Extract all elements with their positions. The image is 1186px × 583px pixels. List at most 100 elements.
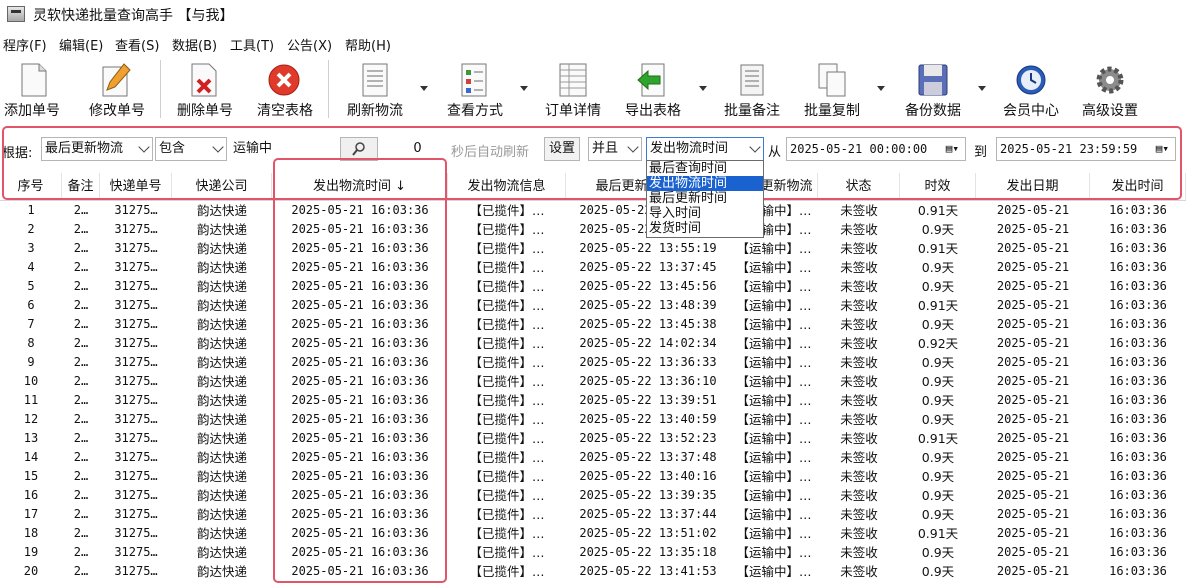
col-duration-cell: 0.9天 xyxy=(921,412,955,427)
menu-tools[interactable]: 工具(T) xyxy=(230,35,274,54)
col-courier-cell: 韵达快递 xyxy=(196,526,247,541)
col-ship-time-cell: 2025-05-21 16:03:36 xyxy=(291,450,429,464)
table-row[interactable]: 14 2… 31275… 韵达快递 2025-05-21 16:03:36 【已揽件】… 2… xyxy=(0,448,1186,467)
menu-bar: 程序(F) 编辑(E) 查看(S) 数据(B) 工具(T) 公告(X) 帮助(H… xyxy=(0,33,1186,55)
menu-edit[interactable]: 编辑(E) xyxy=(59,35,103,54)
col-tracking-number-cell: 31275… xyxy=(114,564,158,578)
advanced-settings-button[interactable]: 高级设置 xyxy=(1075,58,1145,120)
col-ship-time-cell: 2025-05-21 16:03:36 xyxy=(291,412,429,426)
table-row[interactable]: 17 2… 31275… 韵达快递 2025-05-21 16:03:36 【已揽件】… 2… xyxy=(0,505,1186,524)
col-duration-cell: 0.9天 xyxy=(921,545,955,560)
table-row[interactable]: 8 2… 31275… 韵达快递 2025-05-21 16:03:36 【已揽件】… 20… xyxy=(0,334,1186,353)
order-detail-button[interactable]: 订单详情 xyxy=(538,58,608,120)
chevron-down-icon xyxy=(749,141,761,153)
search-button[interactable] xyxy=(340,137,378,161)
logic-select[interactable]: 并且 xyxy=(588,137,642,161)
refresh-dropdown-arrow[interactable] xyxy=(420,86,428,91)
view-mode-button[interactable]: 查看方式 xyxy=(440,58,510,120)
col-note-cell: 2… xyxy=(73,336,89,350)
table-row[interactable]: 15 2… 31275… 韵达快递 2025-05-21 16:03:36 【已揽件】… 2… xyxy=(0,467,1186,486)
col-ship-time-header[interactable]: 发出物流时间 ↓ xyxy=(272,173,448,200)
col-index-cell: 16 xyxy=(23,488,39,502)
col-last-update-time-cell: 2025-05-22 13:37:44 xyxy=(579,507,717,521)
table-row[interactable]: 4 2… 31275… 韵达快递 2025-05-21 16:03:36 【已揽件】… 20… xyxy=(0,258,1186,277)
table-row[interactable]: 6 2… 31275… 韵达快递 2025-05-21 16:03:36 【已揽件】… 20… xyxy=(0,296,1186,315)
table-row[interactable]: 20 2… 31275… 韵达快递 2025-05-21 16:03:36 【已揽件】… 2… xyxy=(0,562,1186,581)
time-field-option[interactable]: 最后更新时间 xyxy=(647,191,763,206)
delete-number-button[interactable]: 删除单号 xyxy=(170,58,240,120)
table-row[interactable]: 2 2… 31275… 韵达快递 2025-05-21 16:03:36 【已揽件】… 20… xyxy=(0,220,1186,239)
col-index-cell: 15 xyxy=(23,469,39,483)
menu-program[interactable]: 程序(F) xyxy=(3,35,47,54)
menu-notice[interactable]: 公告(X) xyxy=(287,35,332,54)
set-button[interactable]: 设置 xyxy=(544,137,580,161)
col-tracking-number-header[interactable]: 快递单号 xyxy=(100,173,172,200)
add-number-button[interactable]: 添加单号 xyxy=(0,58,64,120)
menu-data[interactable]: 数据(B) xyxy=(172,35,217,54)
refresh-logistics-label: 刷新物流 xyxy=(347,103,403,119)
refresh-seconds-input[interactable]: 0 xyxy=(388,137,444,161)
col-last-update-time-cell: 2025-05-22 13:45:38 xyxy=(579,317,717,331)
col-ship-info-header[interactable]: 发出物流信息 xyxy=(448,173,566,200)
col-index-header[interactable]: 序号 xyxy=(0,173,62,200)
table-row[interactable]: 10 2… 31275… 韵达快递 2025-05-21 16:03:36 【已揽件】… 2… xyxy=(0,372,1186,391)
table-row[interactable]: 7 2… 31275… 韵达快递 2025-05-21 16:03:36 【已揽件】… 20… xyxy=(0,315,1186,334)
from-datetime-picker[interactable]: 2025-05-21 00:00:00 ▤▾ xyxy=(786,137,966,161)
calendar-dropdown-icon: ▤▾ xyxy=(945,142,959,155)
time-field-option[interactable]: 发货时间 xyxy=(647,221,763,236)
col-duration-header[interactable]: 时效 xyxy=(900,173,976,200)
table-row[interactable]: 9 2… 31275… 韵达快递 2025-05-21 16:03:36 【已揽件】… 20… xyxy=(0,353,1186,372)
menu-view[interactable]: 查看(S) xyxy=(115,35,159,54)
col-note-cell: 2… xyxy=(73,507,89,521)
to-datetime-picker[interactable]: 2025-05-21 23:59:59 ▤▾ xyxy=(996,137,1176,161)
export-dropdown-arrow[interactable] xyxy=(699,86,707,91)
table-row[interactable]: 13 2… 31275… 韵达快递 2025-05-21 16:03:36 【已揽件】… 2… xyxy=(0,429,1186,448)
basis-field-select[interactable]: 最后更新物流 xyxy=(41,137,153,161)
col-ship-clock-cell: 16:03:36 xyxy=(1109,317,1167,331)
member-center-button[interactable]: 会员中心 xyxy=(996,58,1066,120)
export-table-button[interactable]: 导出表格 xyxy=(618,58,688,120)
backup-data-button[interactable]: 备份数据 xyxy=(898,58,968,120)
time-field-select[interactable]: 发出物流时间 xyxy=(646,137,764,161)
batch-copy-button[interactable]: 批量复制 xyxy=(797,58,867,120)
col-tracking-number-cell: 31275… xyxy=(114,260,158,274)
col-status-header[interactable]: 状态 xyxy=(818,173,900,200)
col-courier-cell: 韵达快递 xyxy=(196,393,247,408)
table-row[interactable]: 19 2… 31275… 韵达快递 2025-05-21 16:03:36 【已揽件】… 2… xyxy=(0,543,1186,562)
table-row[interactable]: 11 2… 31275… 韵达快递 2025-05-21 16:03:36 【已揽件】… 2… xyxy=(0,391,1186,410)
view-mode-dropdown-arrow[interactable] xyxy=(520,86,528,91)
col-ship-clock-header[interactable]: 发出时间 xyxy=(1090,173,1186,200)
table-row[interactable]: 1 2… 31275… 韵达快递 2025-05-21 16:03:36 【已揽件】… 20… xyxy=(0,201,1186,220)
col-courier-header[interactable]: 快递公司 xyxy=(172,173,272,200)
col-last-update-cell: 【运输中】… xyxy=(736,526,812,541)
edit-number-button[interactable]: 修改单号 xyxy=(82,58,152,120)
time-field-option[interactable]: 导入时间 xyxy=(647,206,763,221)
table-row[interactable]: 3 2… 31275… 韵达快递 2025-05-21 16:03:36 【已揽件】… 20… xyxy=(0,239,1186,258)
batch-note-button[interactable]: 批量备注 xyxy=(717,58,787,120)
keyword-input[interactable]: 运输中 xyxy=(229,137,335,161)
table-row[interactable]: 5 2… 31275… 韵达快递 2025-05-21 16:03:36 【已揽件】… 20… xyxy=(0,277,1186,296)
col-tracking-number-cell: 31275… xyxy=(114,393,158,407)
table-row[interactable]: 12 2… 31275… 韵达快递 2025-05-21 16:03:36 【已揽件】… 2… xyxy=(0,410,1186,429)
time-field-option[interactable]: 最后查询时间 xyxy=(647,161,763,176)
table-row[interactable]: 16 2… 31275… 韵达快递 2025-05-21 16:03:36 【已揽件】… 2… xyxy=(0,486,1186,505)
menu-help[interactable]: 帮助(H) xyxy=(345,35,391,54)
col-duration-cell: 0.9天 xyxy=(921,450,955,465)
col-last-update-time-cell: 2025-05-22 13:35:18 xyxy=(579,545,717,559)
col-duration-cell: 0.91天 xyxy=(917,526,959,541)
match-mode-select[interactable]: 包含 xyxy=(155,137,227,161)
col-ship-clock-cell: 16:03:36 xyxy=(1109,431,1167,445)
col-ship-date-header[interactable]: 发出日期 xyxy=(976,173,1090,200)
backup-dropdown-arrow[interactable] xyxy=(978,86,986,91)
col-tracking-number-cell: 31275… xyxy=(114,241,158,255)
col-courier-cell: 韵达快递 xyxy=(196,355,247,370)
table-row[interactable]: 18 2… 31275… 韵达快递 2025-05-21 16:03:36 【已揽件】… 2… xyxy=(0,524,1186,543)
batch-copy-dropdown-arrow[interactable] xyxy=(877,86,885,91)
refresh-logistics-button[interactable]: 刷新物流 xyxy=(340,58,410,120)
col-courier-cell: 韵达快递 xyxy=(196,450,247,465)
time-field-option[interactable]: 发出物流时间 xyxy=(647,176,763,191)
col-ship-info-cell: 【已揽件】… xyxy=(469,355,545,370)
col-duration-cell: 0.9天 xyxy=(921,260,955,275)
clear-table-button[interactable]: 清空表格 xyxy=(250,58,320,120)
col-note-header[interactable]: 备注 xyxy=(62,173,100,200)
